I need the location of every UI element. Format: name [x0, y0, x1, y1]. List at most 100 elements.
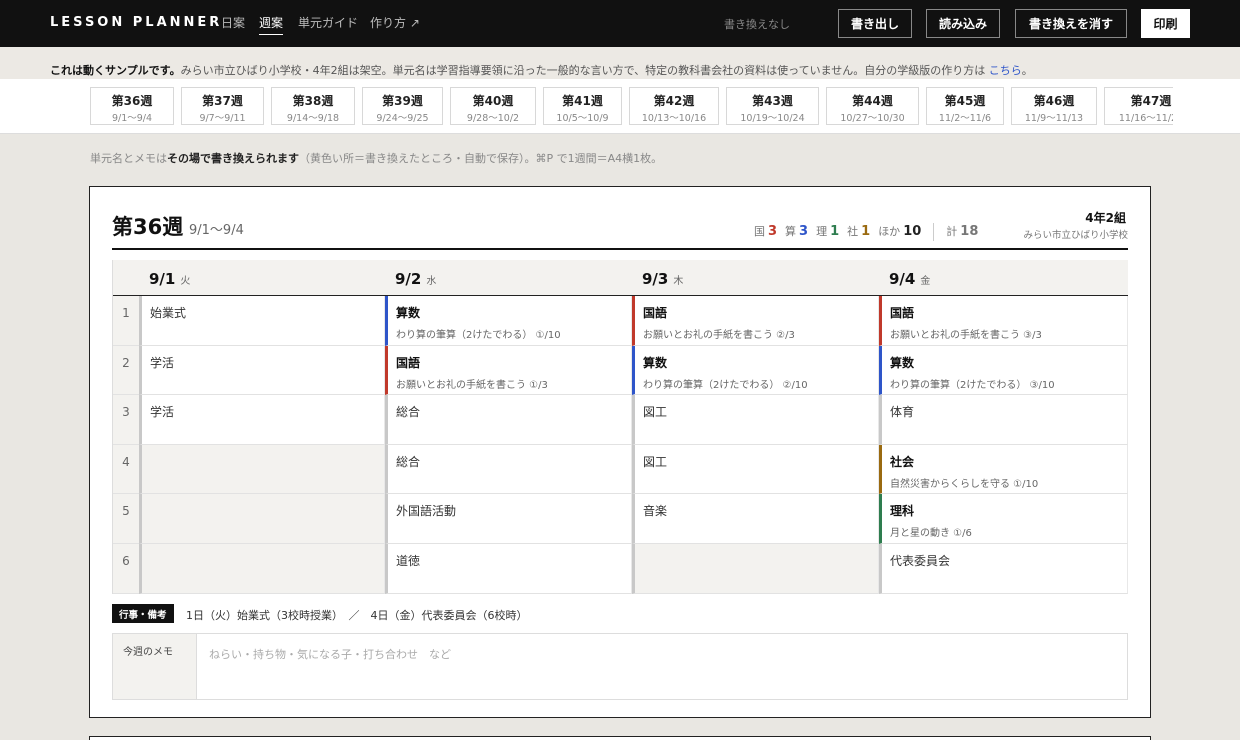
- lesson-cell[interactable]: [139, 444, 385, 495]
- lesson-cell[interactable]: 算数 わり算の筆算（2けたでわる） ①/10: [385, 296, 632, 346]
- memo-label: 今週のメモ: [113, 634, 197, 699]
- week-chip[interactable]: 第36週 9/1〜9/4: [90, 87, 174, 125]
- week-chip[interactable]: 第46週 11/9〜11/13: [1011, 87, 1097, 125]
- lesson-unit[interactable]: 自然災害からくらしを守る ①/10: [890, 475, 1127, 490]
- count-divider: [933, 223, 935, 241]
- hint-pre: 単元名とメモは: [90, 152, 167, 165]
- lesson-cell[interactable]: 総合: [385, 444, 632, 495]
- memo-input[interactable]: ねらい・持ち物・気になる子・打ち合わせ など: [209, 646, 451, 662]
- count-value: 10: [903, 224, 922, 239]
- week-chip-range: 11/9〜11/13: [1024, 113, 1084, 124]
- week-chip[interactable]: 第40週 9/28〜10/2: [450, 87, 536, 125]
- lesson-subject: 学活: [150, 405, 175, 420]
- week-chip-range: 9/24〜9/25: [376, 113, 429, 124]
- edit-hint: 単元名とメモはその場で書き換えられます（黄色い所＝書き換えたところ・自動で保存）…: [90, 150, 662, 166]
- lesson-cell[interactable]: 音楽: [632, 494, 879, 544]
- lesson-cell[interactable]: 代表委員会: [879, 544, 1128, 594]
- week-chip-name: 第37週: [202, 94, 243, 108]
- week-chip-range: 9/14〜9/18: [286, 113, 340, 124]
- school-name: みらい市立ひばり小学校: [1023, 230, 1128, 241]
- export-button[interactable]: 書き出し: [838, 9, 912, 38]
- week-title: 第36週: [112, 215, 184, 239]
- week-chip[interactable]: 第39週 9/24〜9/25: [362, 87, 443, 125]
- week-chip[interactable]: 第44週 10/27〜10/30: [826, 87, 919, 125]
- title-rule: [112, 248, 1128, 250]
- week-chip[interactable]: 第47週 11/16〜11/20: [1104, 87, 1173, 125]
- lesson-cell[interactable]: 学活: [139, 395, 385, 445]
- reset-edits-button[interactable]: 書き換えを消す: [1015, 9, 1127, 38]
- week-chip[interactable]: 第37週 9/7〜9/11: [181, 87, 264, 125]
- lesson-cell[interactable]: 理科月と星の動き ①/6: [879, 494, 1128, 544]
- lesson-cell[interactable]: 外国語活動: [385, 494, 632, 544]
- week-chip-name: 第40週: [472, 94, 514, 108]
- count-label: 国: [754, 225, 765, 238]
- week-range: 9/1〜9/4: [189, 223, 244, 238]
- lesson-cell[interactable]: 図工: [632, 444, 879, 495]
- day-weekday: 金: [920, 276, 931, 287]
- nav-daily-plan[interactable]: 日案: [221, 14, 245, 31]
- week-chip-range: 9/1〜9/4: [111, 113, 153, 124]
- import-button[interactable]: 読み込み: [926, 9, 1000, 38]
- week-chip[interactable]: 第45週 11/2〜11/6: [926, 87, 1004, 125]
- period-number: 5: [113, 494, 139, 544]
- lesson-cell[interactable]: [139, 494, 385, 544]
- period-number: 6: [113, 544, 139, 594]
- print-button[interactable]: 印刷: [1141, 9, 1190, 38]
- week-list: 第36週 9/1〜9/4 第37週 9/7〜9/11 第38週 9/14〜9/18 第39週…: [90, 87, 1173, 127]
- lesson-cell[interactable]: [632, 544, 879, 594]
- count-label: 社: [847, 225, 859, 238]
- lesson-cell[interactable]: 図工: [632, 395, 879, 445]
- sample-notice: これは動くサンプルです。みらい市立ひばり小学校・4年2組は架空。単元名は学習指導…: [0, 47, 1240, 79]
- total-label: 計: [946, 225, 958, 238]
- lesson-cell[interactable]: 学活: [139, 345, 385, 396]
- subject-counts: 国 3 算 3 理 1 社 1 ほか 10 計 18: [754, 223, 986, 241]
- lesson-cell[interactable]: 始業式: [139, 296, 385, 346]
- events-tag: 行事・備考: [112, 604, 174, 623]
- lesson-cell[interactable]: 算数 わり算の筆算（2けたでわる） ③/10: [879, 345, 1128, 396]
- notice-link[interactable]: こちら: [989, 64, 1022, 77]
- lesson-unit[interactable]: お願いとお礼の手紙を書こう ③/3: [890, 326, 1127, 341]
- week-chip-name: 第46週: [1033, 94, 1075, 108]
- lesson-unit[interactable]: わり算の筆算（2けたでわる） ③/10: [890, 376, 1127, 391]
- count-value: 3: [768, 224, 778, 239]
- lesson-cell[interactable]: 社会自然災害からくらしを守る ①/10: [879, 444, 1128, 495]
- day-weekday: 水: [426, 276, 437, 287]
- lesson-cell[interactable]: 国語 お願いとお礼の手紙を書こう ③/3: [879, 296, 1128, 346]
- period-number: 4: [113, 444, 139, 495]
- lesson-subject: 図工: [643, 454, 668, 469]
- week-chip-name: 第47週: [1130, 94, 1172, 108]
- nav-howto-link[interactable]: 作り方 ↗: [370, 14, 420, 31]
- lesson-cell[interactable]: 総合: [385, 395, 632, 445]
- week-chip-range: 9/28〜10/2: [466, 113, 520, 124]
- day-header: 9/1 火: [139, 260, 385, 296]
- lesson-subject: 道徳: [396, 554, 421, 568]
- app-logo: LESSON PLANNER: [50, 15, 223, 30]
- lesson-subject: 体育: [890, 405, 915, 420]
- week-chip[interactable]: 第41週 10/5〜10/9: [543, 87, 622, 125]
- lesson-unit[interactable]: わり算の筆算（2けたでわる） ①/10: [396, 326, 631, 341]
- lesson-subject: 社会: [890, 454, 915, 469]
- day-weekday: 木: [673, 276, 684, 287]
- lesson-unit[interactable]: お願いとお礼の手紙を書こう ②/3: [643, 326, 878, 341]
- lesson-subject: 理科: [890, 504, 915, 519]
- events-text[interactable]: 1日（火）始業式（3校時授業） ／ 4日（金）代表委員会（6校時）: [186, 607, 528, 623]
- lesson-cell[interactable]: 体育: [879, 395, 1128, 445]
- lesson-cell[interactable]: 道徳: [385, 544, 632, 594]
- lesson-unit[interactable]: お願いとお礼の手紙を書こう ①/3: [396, 376, 631, 391]
- lesson-unit[interactable]: 月と星の動き ①/6: [890, 524, 1127, 539]
- nav-unit-guide[interactable]: 単元ガイド: [298, 14, 358, 31]
- week-chip[interactable]: 第38週 9/14〜9/18: [271, 87, 355, 125]
- week-chip[interactable]: 第43週 10/19〜10/24: [726, 87, 819, 125]
- week-chip-name: 第44週: [852, 94, 893, 108]
- edit-status: 書き換えなし: [724, 18, 790, 31]
- nav-weekly-plan[interactable]: 週案: [259, 14, 284, 35]
- lesson-cell[interactable]: 国語 お願いとお礼の手紙を書こう ②/3: [632, 296, 879, 346]
- lesson-subject: 音楽: [643, 504, 668, 519]
- lesson-cell[interactable]: 算数 わり算の筆算（2けたでわる） ②/10: [632, 345, 879, 396]
- lesson-cell[interactable]: [139, 544, 385, 594]
- lesson-subject: 図工: [643, 405, 668, 420]
- lesson-unit[interactable]: わり算の筆算（2けたでわる） ②/10: [643, 376, 878, 391]
- week-chip[interactable]: 第42週 10/13〜10/16: [629, 87, 719, 125]
- week-chip-name: 第36週: [111, 94, 153, 108]
- lesson-cell[interactable]: 国語 お願いとお礼の手紙を書こう ①/3: [385, 345, 632, 396]
